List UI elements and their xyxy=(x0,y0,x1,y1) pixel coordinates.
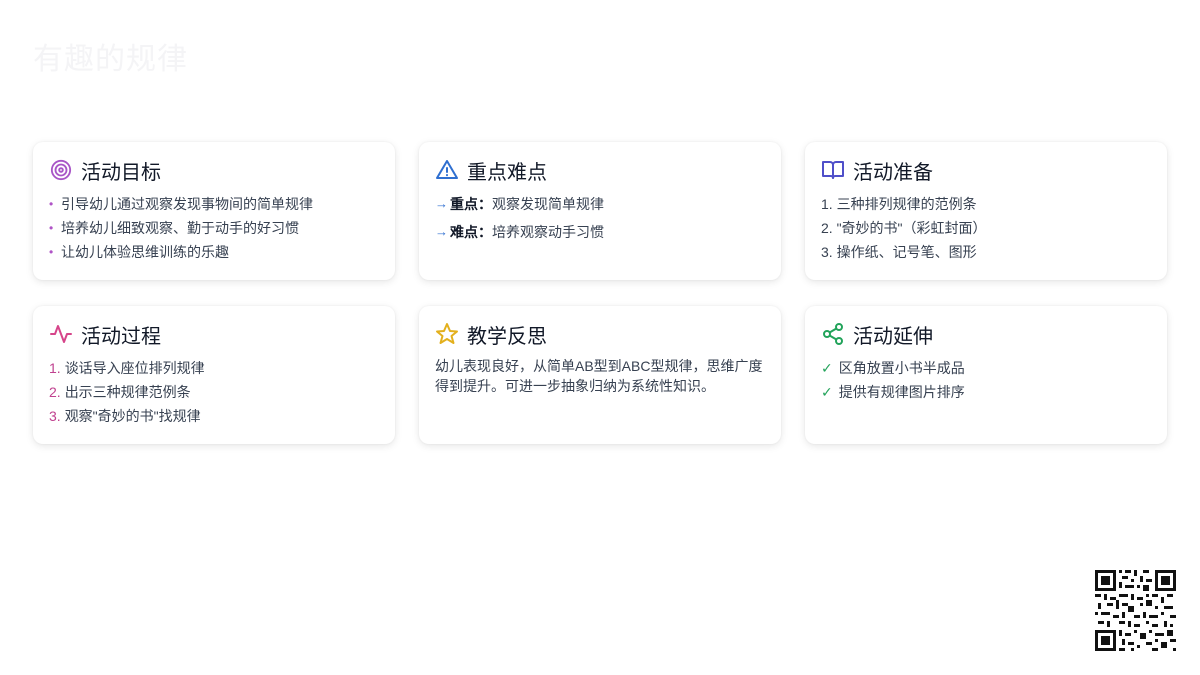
arrow-right-icon: → xyxy=(435,224,448,239)
process-list: 1. 谈话导入座位排列规律 2. 出示三种规律范例条 3. 观察"奇妙的书"找规律 xyxy=(49,356,379,428)
target-icon xyxy=(49,158,73,182)
list-item: 1. 谈话导入座位排列规律 xyxy=(49,360,205,376)
bullet-icon: • xyxy=(49,221,54,235)
check-icon: ✓ xyxy=(821,360,833,376)
list-item: ✓ 区角放置小书半成品 xyxy=(821,356,1151,380)
list-item: • 让幼儿体验思维训练的乐趣 xyxy=(49,240,379,264)
extension-card-header: 活动延伸 xyxy=(821,320,1151,348)
extension-list: ✓ 区角放置小书半成品 ✓ 提供有规律图片排序 xyxy=(821,356,1151,404)
process-card-header: 活动过程 xyxy=(49,320,379,348)
process-title: 活动过程 xyxy=(81,325,161,348)
list-item: • 引导幼儿通过观察发现事物间的简单规律 xyxy=(49,192,379,216)
key-points-list: → 重点： 观察发现简单规律 → 难点： 培养观察动手习惯 xyxy=(435,190,765,246)
reflection-card-header: 教学反思 xyxy=(435,320,765,348)
activity-icon xyxy=(49,322,73,346)
book-icon xyxy=(821,158,845,182)
reflection-text: 幼儿表现良好，从简单AB型到ABC型规律，思维广度得到提升。可进一步抽象归纳为系… xyxy=(435,358,763,394)
preparation-title: 活动准备 xyxy=(853,161,933,184)
check-icon: ✓ xyxy=(821,384,833,400)
preparation-list: 1. 三种排列规律的范例条 2. "奇妙的书"（彩虹封面） 3. 操作纸、记号笔… xyxy=(821,192,1151,264)
goals-card-header: 活动目标 xyxy=(49,156,379,184)
warning-icon xyxy=(435,158,459,182)
list-item: 2. 出示三种规律范例条 xyxy=(49,384,191,400)
list-item: • 培养幼儿细致观察、勤于动手的好习惯 xyxy=(49,216,379,240)
key-points-card-header: 重点难点 xyxy=(435,156,765,184)
arrow-right-icon: → xyxy=(435,196,448,211)
goals-title: 活动目标 xyxy=(81,161,161,184)
preparation-card: 活动准备 1. 三种排列规律的范例条 2. "奇妙的书"（彩虹封面） 3. 操作… xyxy=(805,142,1167,280)
bullet-icon: • xyxy=(49,245,54,259)
list-item: 3. 观察"奇妙的书"找规律 xyxy=(49,408,201,424)
goals-list: • 引导幼儿通过观察发现事物间的简单规律 • 培养幼儿细致观察、勤于动手的好习惯 •… xyxy=(49,192,379,264)
list-item: 1. 三种排列规律的范例条 xyxy=(821,196,977,212)
list-item: ✓ 提供有规律图片排序 xyxy=(821,380,1151,404)
preparation-card-header: 活动准备 xyxy=(821,156,1151,184)
goals-card: 活动目标 • 引导幼儿通过观察发现事物间的简单规律 • 培养幼儿细致观察、勤于动手的… xyxy=(33,142,395,280)
key-points-card: 重点难点 → 重点： 观察发现简单规律 → 难点： 培养观察动手习惯 xyxy=(419,142,781,280)
list-item: → 重点： 观察发现简单规律 xyxy=(435,190,765,218)
list-item: 3. 操作纸、记号笔、图形 xyxy=(821,244,977,260)
share-icon xyxy=(821,322,845,346)
reflection-card: 教学反思 幼儿表现良好，从简单AB型到ABC型规律，思维广度得到提升。可进一步抽… xyxy=(419,306,781,444)
key-points-title: 重点难点 xyxy=(467,161,547,184)
extension-card: 活动延伸 ✓ 区角放置小书半成品 ✓ 提供有规律图片排序 xyxy=(805,306,1167,444)
bullet-icon: • xyxy=(49,197,54,211)
list-item: 2. "奇妙的书"（彩虹封面） xyxy=(821,220,987,236)
qr-code xyxy=(1095,570,1176,651)
page-title: 有趣的规律 xyxy=(33,43,188,76)
process-card: 活动过程 1. 谈话导入座位排列规律 2. 出示三种规律范例条 3. 观察"奇妙的书"… xyxy=(33,306,395,444)
reflection-title: 教学反思 xyxy=(467,325,547,348)
extension-title: 活动延伸 xyxy=(853,325,933,348)
list-item: → 难点： 培养观察动手习惯 xyxy=(435,218,765,246)
star-icon xyxy=(435,322,459,346)
